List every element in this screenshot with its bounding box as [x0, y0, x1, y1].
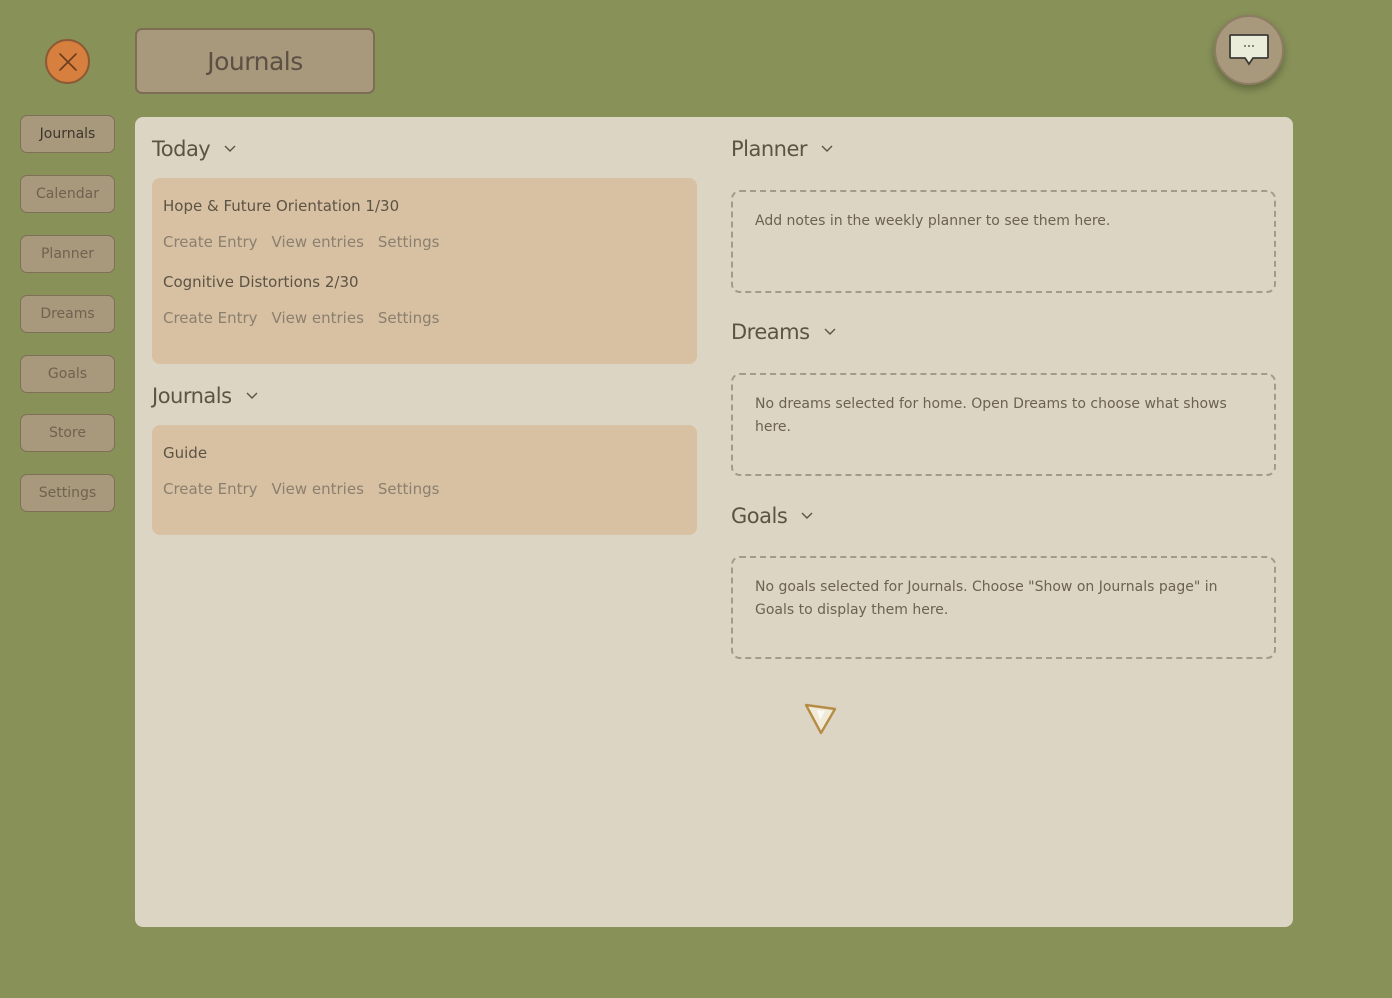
journal-settings-link[interactable]: Settings: [378, 233, 440, 251]
goals-empty-text: No goals selected for Journals. Choose "…: [755, 579, 1218, 618]
chevron-down-icon[interactable]: [824, 328, 836, 336]
goals-empty-state: No goals selected for Journals. Choose "…: [731, 556, 1276, 659]
page-title-label: Journals: [207, 46, 303, 76]
planner-heading: Planner: [731, 137, 808, 161]
today-heading: Today: [152, 137, 211, 161]
sidebar-item-store[interactable]: Store: [20, 414, 115, 452]
chat-bubble-icon: [1229, 34, 1269, 66]
pointer-cursor-icon: [804, 703, 837, 735]
main-panel: Today Hope & Future Orientation 1/30 Cre…: [135, 117, 1293, 927]
sidebar-item-calendar[interactable]: Calendar: [20, 175, 115, 213]
page-title: Journals: [135, 28, 375, 94]
goals-section-header: Goals: [731, 504, 813, 528]
planner-empty-text: Add notes in the weekly planner to see t…: [755, 213, 1111, 229]
journals-card: Guide Create Entry View entries Settings: [152, 425, 697, 535]
sidebar-item-journals[interactable]: Journals: [20, 115, 115, 153]
sidebar-item-label: Goals: [47, 366, 88, 382]
sidebar-item-settings[interactable]: Settings: [20, 474, 115, 512]
view-entries-link[interactable]: View entries: [272, 309, 364, 327]
close-icon: [58, 52, 77, 71]
planner-empty-state: Add notes in the weekly planner to see t…: [731, 190, 1276, 293]
sidebar-item-label: Settings: [38, 485, 97, 501]
dreams-empty-text: No dreams selected for home. Open Dreams…: [755, 396, 1227, 435]
close-button[interactable]: [45, 39, 90, 84]
chevron-down-icon[interactable]: [821, 145, 833, 153]
journal-settings-link[interactable]: Settings: [378, 309, 440, 327]
view-entries-link[interactable]: View entries: [272, 480, 364, 498]
sidebar-item-label: Dreams: [40, 306, 95, 322]
journal-settings-link[interactable]: Settings: [378, 480, 440, 498]
chat-button[interactable]: [1214, 15, 1284, 85]
journal-actions: Create Entry View entries Settings: [163, 233, 439, 251]
journal-name: Hope & Future Orientation 1/30: [163, 197, 400, 215]
journals-heading: Journals: [152, 384, 232, 408]
planner-section-header: Planner: [731, 137, 833, 161]
chevron-down-icon[interactable]: [801, 512, 813, 520]
journal-name: Guide: [163, 444, 208, 462]
dreams-heading: Dreams: [731, 320, 810, 344]
sidebar-item-label: Store: [48, 425, 86, 441]
sidebar-item-dreams[interactable]: Dreams: [20, 295, 115, 333]
sidebar-item-label: Journals: [39, 126, 96, 142]
chevron-down-icon[interactable]: [224, 145, 236, 153]
sidebar-item-planner[interactable]: Planner: [20, 235, 115, 273]
create-entry-link[interactable]: Create Entry: [163, 233, 258, 251]
create-entry-link[interactable]: Create Entry: [163, 480, 258, 498]
dreams-empty-state: No dreams selected for home. Open Dreams…: [731, 373, 1276, 476]
journal-actions: Create Entry View entries Settings: [163, 309, 439, 327]
sidebar-item-label: Calendar: [36, 186, 99, 202]
view-entries-link[interactable]: View entries: [272, 233, 364, 251]
journal-actions: Create Entry View entries Settings: [163, 480, 439, 498]
journal-name: Cognitive Distortions 2/30: [163, 273, 359, 291]
dreams-section-header: Dreams: [731, 320, 836, 344]
journals-section-header: Journals: [152, 384, 258, 408]
create-entry-link[interactable]: Create Entry: [163, 309, 258, 327]
sidebar-item-label: Planner: [40, 246, 95, 262]
today-journals-card: Hope & Future Orientation 1/30 Create En…: [152, 178, 697, 364]
chevron-down-icon[interactable]: [246, 392, 258, 400]
today-section-header: Today: [152, 137, 236, 161]
sidebar-item-goals[interactable]: Goals: [20, 355, 115, 393]
goals-heading: Goals: [731, 504, 788, 528]
